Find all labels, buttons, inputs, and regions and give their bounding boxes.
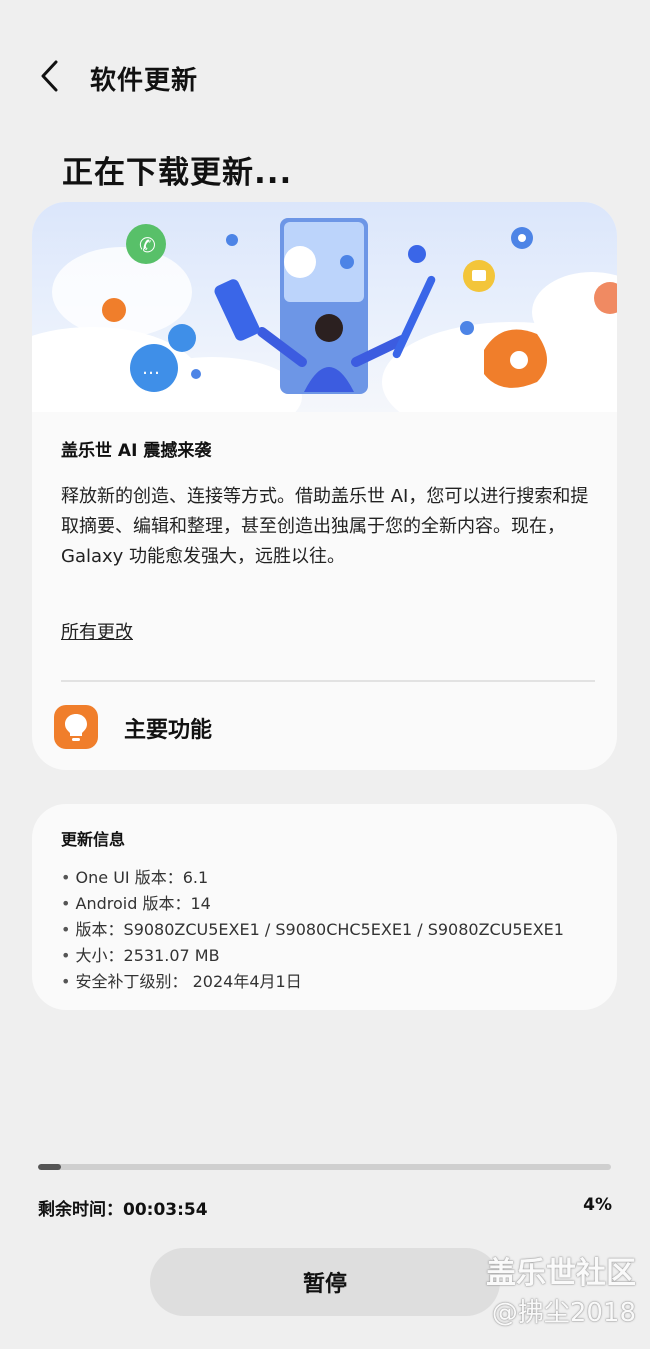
- download-progress-fill: [38, 1164, 61, 1170]
- info-item-android-version: Android 版本：14: [61, 891, 564, 917]
- main-features-button[interactable]: 主要功能: [32, 682, 617, 770]
- download-progress-bar: [38, 1164, 611, 1170]
- info-item-size: 大小：2531.07 MB: [61, 943, 564, 969]
- lightbulb-icon: [54, 705, 98, 749]
- watermark-author: @拂尘2018: [491, 1298, 636, 1328]
- update-info-card: 更新信息 One UI 版本：6.1 Android 版本：14 版本：S908…: [32, 804, 617, 1010]
- page-title: 软件更新: [90, 66, 199, 96]
- back-button[interactable]: [28, 54, 72, 98]
- svg-text:✆: ✆: [139, 233, 156, 257]
- info-item-build-version: 版本：S9080ZCU5EXE1 / S9080CHC5EXE1 / S9080…: [61, 917, 564, 943]
- feature-description: 释放新的创造、连接等方式。借助盖乐世 AI，您可以进行搜索和提取摘要、编辑和整理…: [61, 486, 589, 567]
- download-status-title: 正在下载更新...: [62, 155, 293, 191]
- hero-illustration: ✆ …: [32, 202, 617, 442]
- info-item-oneui-version: One UI 版本：6.1: [61, 865, 564, 891]
- watermark-community: 盖乐世社区: [486, 1256, 636, 1291]
- update-info-list: One UI 版本：6.1 Android 版本：14 版本：S9080ZCU5…: [61, 865, 564, 995]
- feature-card: ✆ … 盖乐世 AI 震撼来袭 释放新的创造、连接等方式。借助盖乐世 AI，您可…: [32, 202, 617, 770]
- svg-text:…: …: [142, 358, 160, 379]
- all-changes-link[interactable]: 所有更改: [61, 618, 133, 644]
- hero-artwork: ✆ …: [32, 218, 617, 442]
- top-app-bar: 软件更新: [0, 48, 650, 108]
- chevron-left-icon: [41, 60, 58, 92]
- feature-headline: 盖乐世 AI 震撼来袭: [61, 441, 212, 461]
- progress-percent: 4%: [583, 1195, 612, 1215]
- main-features-label: 主要功能: [124, 718, 213, 743]
- info-item-security-patch: 安全补丁级别： 2024年4月1日: [61, 969, 564, 995]
- pause-button[interactable]: 暂停: [150, 1248, 500, 1316]
- update-info-title: 更新信息: [61, 830, 126, 849]
- remaining-time: 剩余时间：00:03:54: [38, 1200, 208, 1220]
